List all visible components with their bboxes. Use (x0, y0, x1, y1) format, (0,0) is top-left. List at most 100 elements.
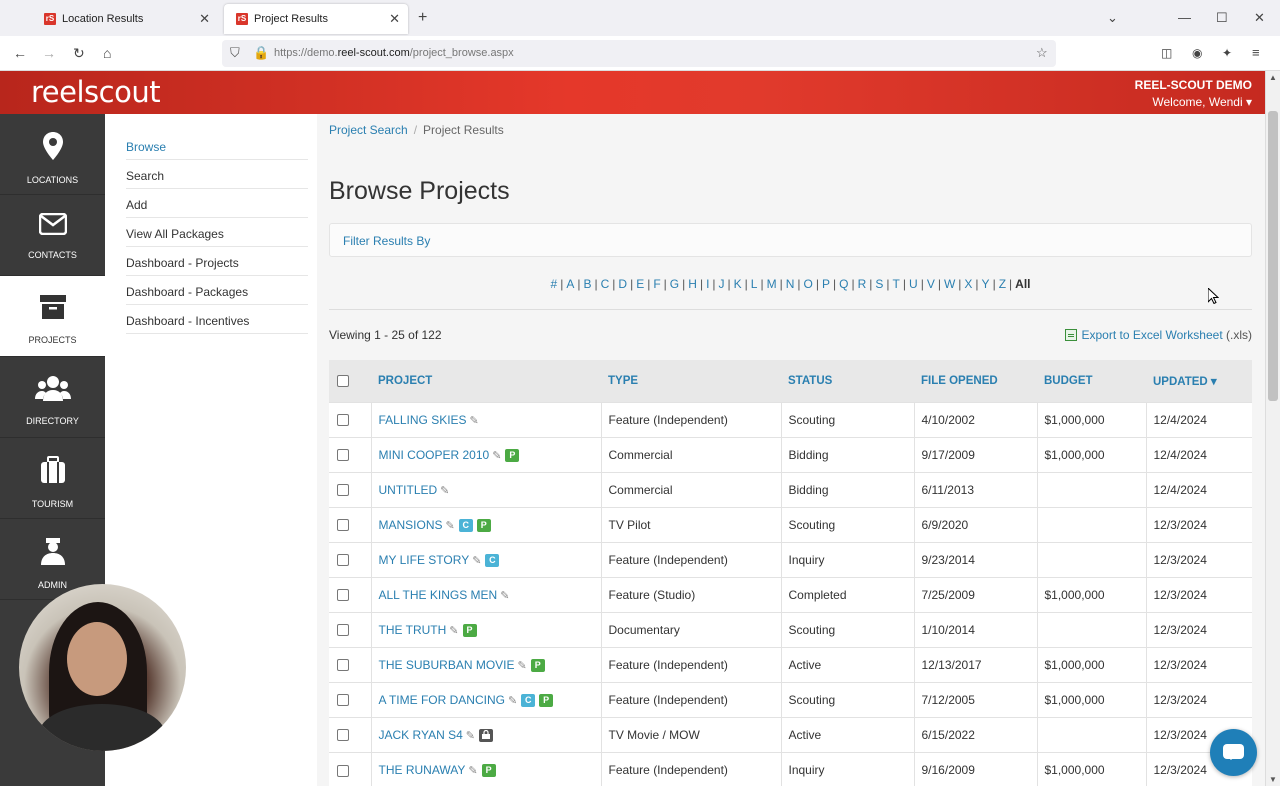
alpha-filter-s[interactable]: S (875, 277, 883, 291)
row-checkbox[interactable] (337, 729, 349, 742)
badge-p[interactable]: P (462, 623, 477, 637)
alpha-filter-c[interactable]: C (601, 277, 610, 291)
badge-c[interactable]: C (521, 693, 536, 707)
table-row[interactable]: THE RUNAWAY ✎ P Feature (Independent) Inquir… (329, 751, 1252, 786)
bookmark-star-icon[interactable]: ☆ (1036, 45, 1048, 61)
alpha-filter-k[interactable]: K (734, 277, 742, 291)
pencil-edit-icon[interactable]: ✎ (470, 415, 479, 427)
alpha-filter-l[interactable]: L (751, 277, 758, 291)
breadcrumb-project-search[interactable]: Project Search (329, 123, 408, 137)
alpha-filter-b[interactable]: B (583, 277, 591, 291)
table-row[interactable]: A TIME FOR DANCING ✎ C P Feature (Independen… (329, 681, 1252, 717)
table-row[interactable]: MANSIONS ✎ C P TV Pilot Scouting 6/9/2020 12/3/… (329, 506, 1252, 542)
badge-p[interactable]: P (530, 658, 545, 672)
nav-locations[interactable]: LOCATIONS (0, 114, 105, 195)
extensions-icon[interactable]: ✦ (1222, 46, 1232, 60)
user-menu[interactable]: Welcome, Wendi ▾ (1152, 95, 1252, 109)
table-row[interactable]: THE TRUTH ✎ P Documentary Scouting 1/10/2014 1… (329, 611, 1252, 647)
chat-button[interactable] (1210, 729, 1257, 776)
badge-p[interactable]: P (476, 518, 491, 532)
maximize-icon[interactable]: ☐ (1216, 10, 1228, 26)
alpha-filter-h[interactable]: H (688, 277, 697, 291)
minimize-icon[interactable]: — (1178, 10, 1191, 25)
filter-panel[interactable]: Filter Results By (329, 223, 1252, 257)
close-tab-icon[interactable]: ✕ (389, 11, 400, 27)
alpha-filter-z[interactable]: Z (999, 277, 1006, 291)
col-file-opened[interactable]: FILE OPENED (914, 360, 1037, 402)
alpha-filter-r[interactable]: R (858, 277, 867, 291)
tab-list-chevron-icon[interactable]: ⌄ (1107, 10, 1118, 26)
reelscout-logo[interactable]: reelscout (31, 75, 161, 109)
forward-arrow-icon[interactable]: → (42, 45, 56, 61)
col-project[interactable]: PROJECT (371, 360, 601, 402)
row-checkbox[interactable] (337, 694, 349, 707)
scrollbar-thumb[interactable] (1268, 111, 1278, 401)
badge-p[interactable]: P (505, 448, 520, 462)
row-checkbox[interactable] (337, 589, 349, 602)
alpha-filter-o[interactable]: O (804, 277, 813, 291)
row-checkbox[interactable] (337, 659, 349, 672)
alpha-filter-e[interactable]: E (636, 277, 644, 291)
project-link[interactable]: THE SUBURBAN MOVIE (379, 658, 515, 672)
shield-icon[interactable]: ⛉ (230, 45, 240, 61)
pencil-edit-icon[interactable]: ✎ (468, 765, 477, 777)
page-scrollbar[interactable]: ▲ ▼ (1265, 71, 1280, 786)
alpha-filter-t[interactable]: T (893, 277, 900, 291)
pencil-edit-icon[interactable]: ✎ (472, 555, 481, 567)
col-type[interactable]: TYPE (601, 360, 781, 402)
scroll-down-arrow-icon[interactable]: ▼ (1269, 775, 1277, 784)
nav-tourism[interactable]: TOURISM (0, 438, 105, 519)
row-checkbox[interactable] (337, 414, 349, 427)
alpha-filter-q[interactable]: Q (839, 277, 848, 291)
col-budget[interactable]: BUDGET (1037, 360, 1146, 402)
submenu-view-all-packages[interactable]: View All Packages (126, 218, 308, 247)
row-checkbox[interactable] (337, 484, 349, 497)
alpha-filter-v[interactable]: V (927, 277, 935, 291)
pencil-edit-icon[interactable]: ✎ (466, 730, 475, 742)
row-checkbox[interactable] (337, 519, 349, 532)
account-icon[interactable]: ◉ (1192, 46, 1202, 60)
col-status[interactable]: STATUS (781, 360, 914, 402)
excel-icon[interactable] (1065, 329, 1078, 341)
row-checkbox[interactable] (337, 554, 349, 567)
alpha-filter-a[interactable]: A (566, 277, 574, 291)
project-link[interactable]: THE TRUTH (379, 623, 447, 637)
table-row[interactable]: THE SUBURBAN MOVIE ✎ P Feature (Independent… (329, 646, 1252, 682)
row-checkbox[interactable] (337, 764, 349, 777)
browser-tab-project-results[interactable]: rS Project Results ✕ (224, 4, 408, 34)
close-window-icon[interactable]: ✕ (1254, 10, 1265, 26)
pencil-edit-icon[interactable]: ✎ (446, 520, 455, 532)
project-link[interactable]: THE RUNAWAY (379, 763, 466, 777)
alpha-filter-j[interactable]: J (719, 277, 725, 291)
alpha-filter-d[interactable]: D (618, 277, 627, 291)
alpha-filter-m[interactable]: M (767, 277, 777, 291)
alpha-filter-n[interactable]: N (786, 277, 795, 291)
alpha-filter-x[interactable]: X (964, 277, 972, 291)
project-link[interactable]: FALLING SKIES (379, 413, 467, 427)
badge-p[interactable]: P (539, 693, 554, 707)
browser-tab-location-results[interactable]: rS Location Results ✕ (32, 4, 218, 34)
table-row[interactable]: UNTITLED ✎ Commercial Bidding 6/11/2013 12/4/… (329, 471, 1252, 507)
alpha-filter-all[interactable]: All (1015, 277, 1030, 291)
submenu-add[interactable]: Add (126, 189, 308, 218)
address-bar[interactable]: ⛉ 🔒 https://demo.reel-scout.com/project_… (222, 40, 1056, 67)
export-excel-link[interactable]: Export to Excel Worksheet (1081, 328, 1222, 342)
alpha-filter-i[interactable]: I (706, 277, 709, 291)
close-tab-icon[interactable]: ✕ (199, 11, 210, 27)
pencil-edit-icon[interactable]: ✎ (500, 590, 509, 602)
pencil-edit-icon[interactable]: ✎ (440, 485, 449, 497)
alpha-filter-hash[interactable]: # (551, 277, 558, 291)
submenu-dashboard-projects[interactable]: Dashboard - Projects (126, 247, 308, 276)
pencil-edit-icon[interactable]: ✎ (518, 660, 527, 672)
row-checkbox[interactable] (337, 624, 349, 637)
table-row[interactable]: MY LIFE STORY ✎ C Feature (Independent) Inqu… (329, 541, 1252, 577)
submenu-search[interactable]: Search (126, 160, 308, 189)
project-link[interactable]: MY LIFE STORY (379, 553, 470, 567)
submenu-dashboard-incentives[interactable]: Dashboard - Incentives (126, 305, 308, 334)
pencil-edit-icon[interactable]: ✎ (449, 625, 458, 637)
lock-icon[interactable]: 🔒 (253, 45, 269, 61)
table-row[interactable]: JACK RYAN S4 ✎ TV Movie / MOW Active 6/15/20… (329, 716, 1252, 752)
pocket-icon[interactable]: ◫ (1161, 46, 1172, 60)
row-checkbox[interactable] (337, 449, 349, 462)
new-tab-icon[interactable]: + (418, 9, 427, 27)
